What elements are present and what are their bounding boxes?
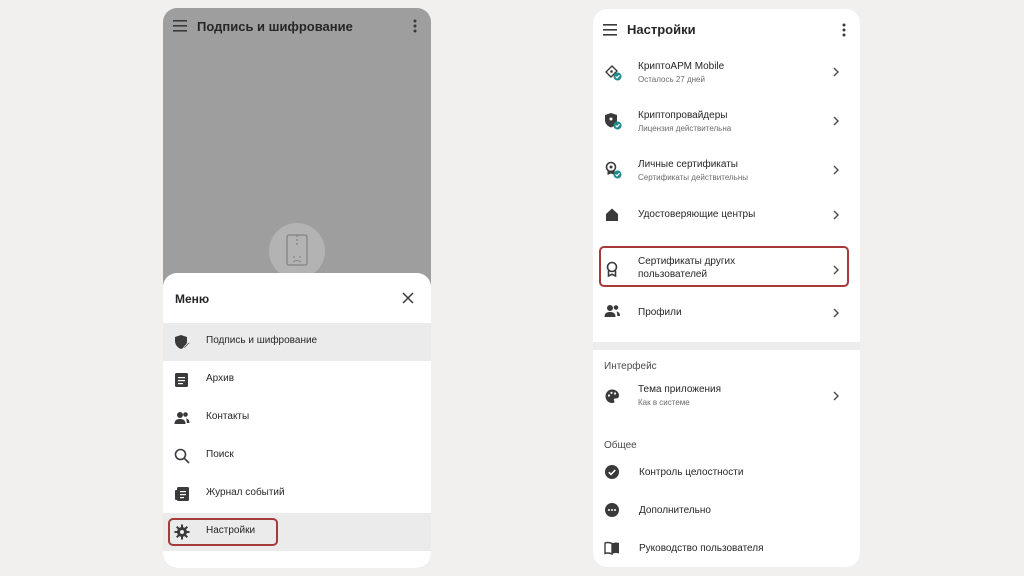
item-subtitle: Как в системе: [638, 398, 690, 407]
more-circle-icon: [604, 502, 622, 520]
section-header: Общее: [604, 440, 637, 451]
chevron-right-icon: [832, 308, 840, 318]
search-icon: [174, 448, 190, 464]
settings-item-personal-certificates[interactable]: Личные сертификаты Сертификаты действите…: [593, 147, 860, 193]
profiles-icon: [604, 303, 622, 321]
palette-icon: [604, 388, 622, 406]
menu-item-contacts[interactable]: Контакты: [163, 399, 431, 437]
more-vert-icon[interactable]: [842, 23, 846, 37]
book-icon: [604, 540, 622, 558]
event-log-icon: [174, 486, 190, 502]
chevron-right-icon: [832, 165, 840, 175]
chevron-right-icon: [832, 391, 840, 401]
menu-item-search[interactable]: Поиск: [163, 437, 431, 475]
chevron-right-icon: [832, 210, 840, 220]
top-app-bar: Настройки: [593, 9, 860, 51]
close-icon[interactable]: [401, 291, 415, 305]
contacts-icon: [174, 410, 190, 426]
key-check-icon: [604, 63, 622, 81]
section-header: Интерфейс: [604, 361, 657, 372]
settings-item-cryptoproviders[interactable]: Криптопровайдеры Лицензия действительна: [593, 98, 860, 144]
menu-item-event-log[interactable]: Журнал событий: [163, 475, 431, 513]
general-section: Общее Контроль целостности Дополнительно…: [593, 430, 860, 567]
settings-item-app-theme[interactable]: Тема приложения Как в системе: [593, 375, 860, 421]
empty-state-illustration: [269, 223, 325, 279]
archive-icon: [174, 372, 190, 388]
shield-check-icon: [604, 112, 622, 130]
chevron-right-icon: [832, 67, 840, 77]
item-title: Тема приложения: [638, 384, 722, 395]
item-title: Личные сертификаты: [638, 159, 738, 170]
settings-item-integrity-control[interactable]: Контроль целостности: [593, 454, 860, 492]
item-subtitle: Лицензия действительна: [638, 124, 732, 133]
other-users-highlight-frame: [599, 246, 849, 287]
settings-item-certification-centers[interactable]: Удостоверяющие центры: [593, 192, 860, 238]
item-title: Дополнительно: [639, 505, 711, 516]
item-subtitle: Сертификаты действительны: [638, 173, 748, 182]
right-phone-screen: Настройки КриптоАРМ Mobile Осталось 27 д…: [593, 9, 860, 567]
hamburger-menu-icon[interactable]: [603, 24, 617, 36]
check-circle-icon: [604, 464, 622, 482]
item-title: Руководство пользователя: [639, 543, 764, 554]
settings-item-additional[interactable]: Дополнительно: [593, 492, 860, 530]
settings-highlight-frame: [168, 518, 278, 546]
item-title: Контроль целостности: [639, 467, 744, 478]
certificate-check-icon: [604, 161, 622, 179]
settings-item-kriptoarm-mobile[interactable]: КриптоАРМ Mobile Осталось 27 дней: [593, 49, 860, 95]
top-app-bar: Подпись и шифрование: [163, 8, 431, 46]
home-icon: [604, 206, 622, 224]
item-title: Удостоверяющие центры: [638, 209, 756, 220]
menu-item-label: Подпись и шифрование: [206, 335, 318, 346]
item-subtitle: Осталось 27 дней: [638, 75, 705, 84]
left-phone-screen: Подпись и шифрование Меню Подпись и шифр…: [163, 8, 431, 568]
item-title: Профили: [638, 307, 682, 318]
page-title: Подпись и шифрование: [197, 19, 353, 34]
more-vert-icon[interactable]: [413, 19, 417, 33]
chevron-right-icon: [832, 116, 840, 126]
interface-section: Интерфейс Тема приложения Как в системе: [593, 350, 860, 430]
menu-item-archive[interactable]: Архив: [163, 361, 431, 399]
hamburger-menu-icon[interactable]: [173, 20, 187, 32]
item-title: Криптопровайдеры: [638, 110, 728, 121]
menu-title: Меню: [175, 292, 210, 306]
menu-item-label: Контакты: [206, 411, 250, 422]
menu-bottom-sheet: Меню Подпись и шифрование Архив Контакты: [163, 273, 431, 568]
page-title: Настройки: [627, 22, 696, 37]
menu-item-label: Поиск: [206, 449, 234, 460]
menu-item-sign-encrypt[interactable]: Подпись и шифрование: [163, 323, 431, 361]
item-title: КриптоАРМ Mobile: [638, 61, 725, 72]
settings-main-section: Настройки КриптоАРМ Mobile Осталось 27 д…: [593, 9, 860, 342]
menu-item-label: Архив: [206, 373, 235, 384]
menu-item-label: Журнал событий: [206, 487, 285, 498]
shield-pen-icon: [174, 334, 190, 350]
settings-item-profiles[interactable]: Профили: [593, 289, 860, 335]
settings-item-user-guide[interactable]: Руководство пользователя: [593, 530, 860, 567]
